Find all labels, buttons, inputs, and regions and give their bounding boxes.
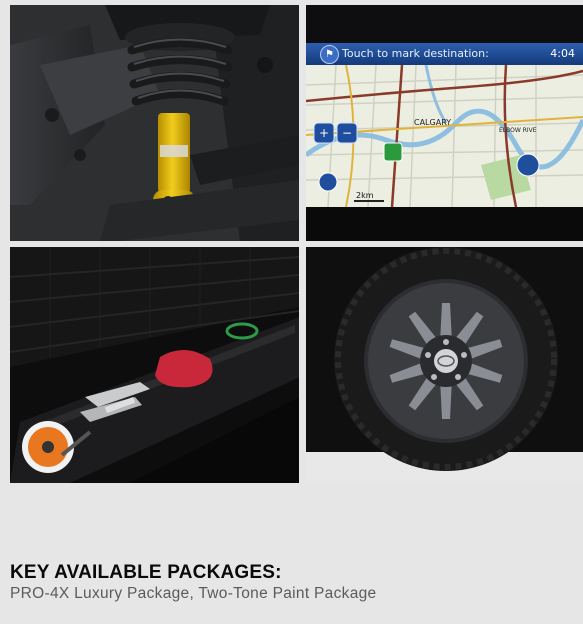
navigation-clock: 4:04 xyxy=(550,47,575,60)
destination-flag-icon: ⚑ xyxy=(320,45,339,64)
map-city-label: CALGARY xyxy=(414,118,451,127)
suspension-photo xyxy=(10,5,299,241)
svg-text:+: + xyxy=(319,126,329,140)
navigation-header-bar: ⚑ Touch to mark destination: 4:04 xyxy=(306,43,583,65)
map-scale-label: 2km xyxy=(356,191,374,200)
packages-heading: KEY AVAILABLE PACKAGES: xyxy=(10,562,282,583)
storage-compartment-photo xyxy=(10,247,299,483)
map-district-label: ELBOW RIVE xyxy=(499,127,537,134)
svg-text:−: − xyxy=(342,126,352,140)
navigation-prompt: Touch to mark destination: xyxy=(342,47,489,60)
packages-caption: KEY AVAILABLE PACKAGES: PRO-4X Luxury Pa… xyxy=(10,562,573,604)
navigation-screen-photo: + − CALGARY ELBOW RIVE 2km ⚑ Touch to ma… xyxy=(306,5,583,241)
packages-list: PRO-4X Luxury Package, Two-Tone Paint Pa… xyxy=(10,585,377,602)
wheel-photo xyxy=(306,247,583,483)
